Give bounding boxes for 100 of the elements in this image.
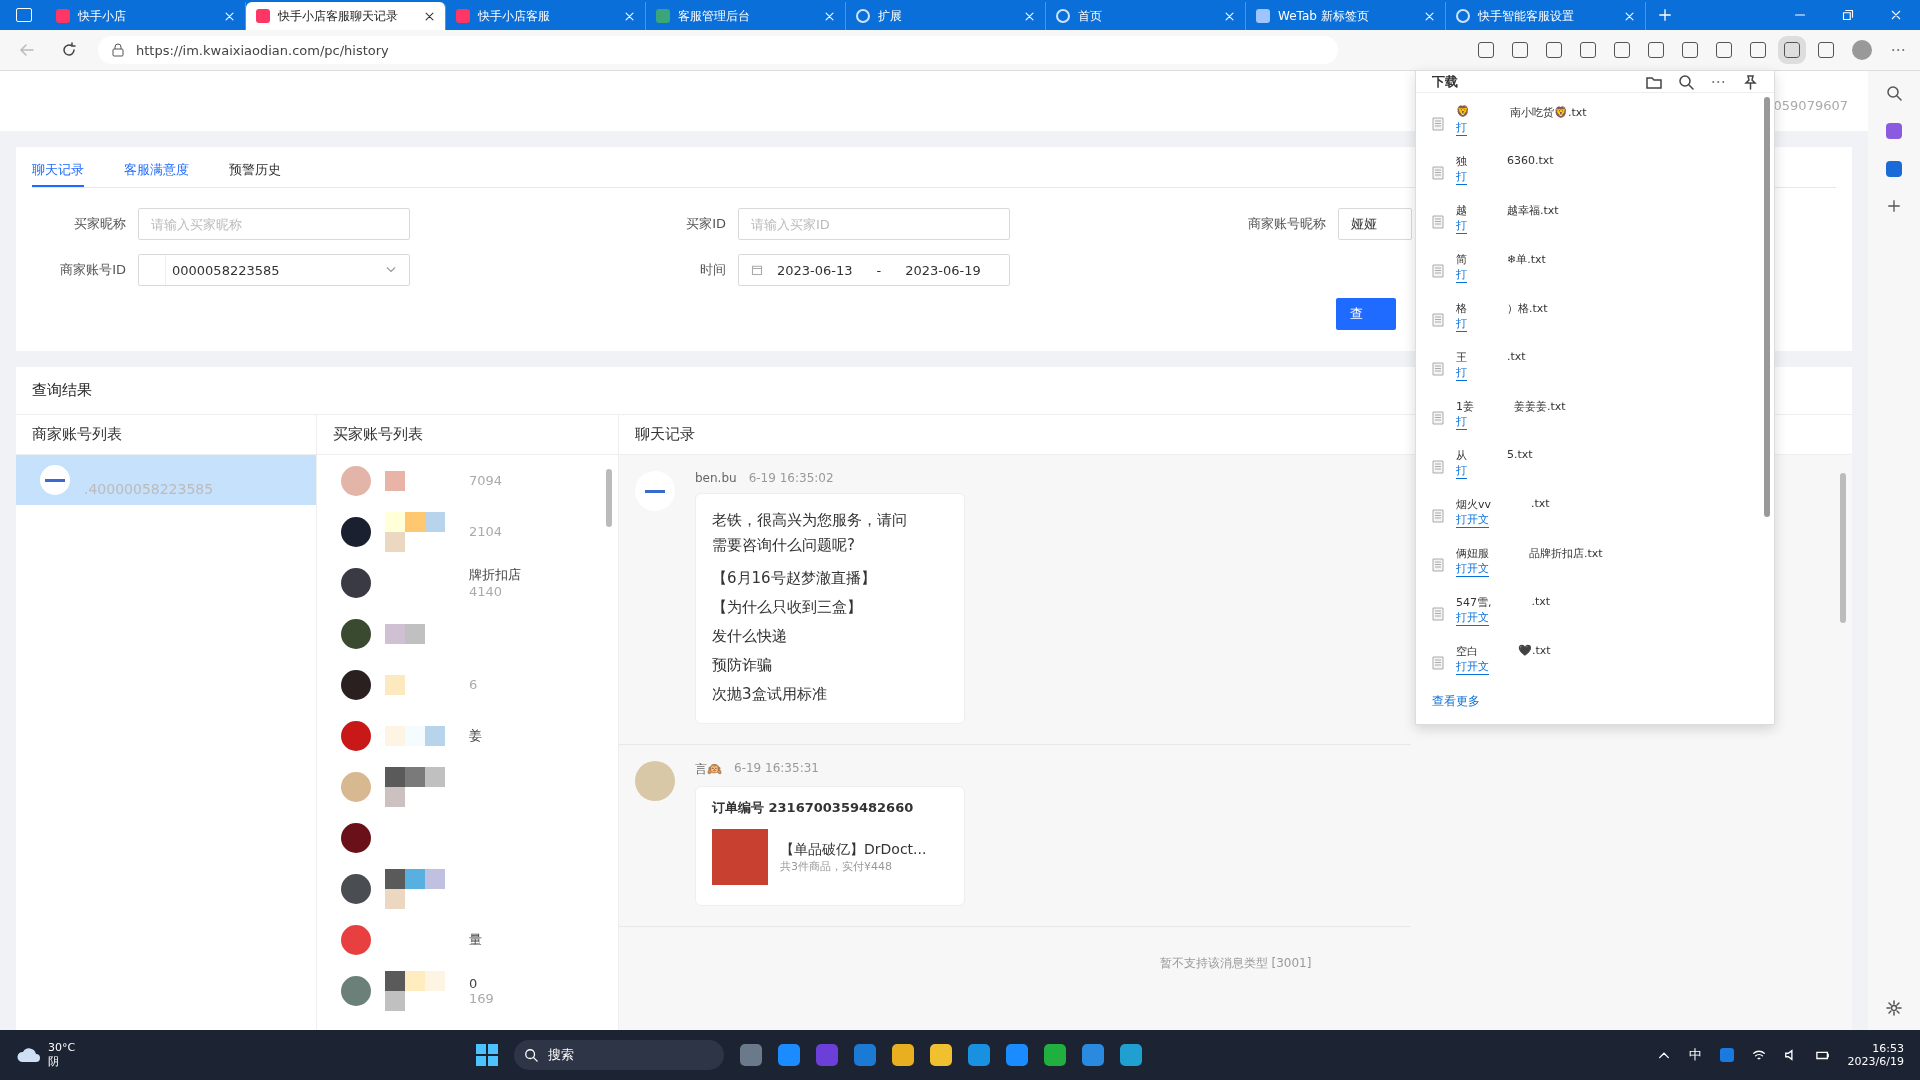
file-icon bbox=[1432, 264, 1444, 278]
mosaic-drawing bbox=[385, 766, 445, 807]
tab-actions-icon[interactable] bbox=[16, 8, 32, 22]
message-text: 发什么快递 bbox=[712, 626, 788, 647]
add-icon[interactable] bbox=[1887, 199, 1901, 213]
page-tab[interactable]: 预警历史 bbox=[229, 161, 281, 187]
page-tab[interactable]: 聊天记录 bbox=[32, 161, 84, 187]
toolbar-icon[interactable] bbox=[1512, 42, 1528, 58]
app-icon[interactable] bbox=[968, 1044, 990, 1066]
open-file-link[interactable]: 打 bbox=[1456, 120, 1467, 136]
toolbar-icon[interactable] bbox=[1546, 42, 1562, 58]
new-tab-icon[interactable] bbox=[1658, 8, 1672, 22]
toolbar-icon[interactable] bbox=[1750, 42, 1766, 58]
logo-icon bbox=[40, 465, 70, 495]
date-range-field[interactable]: 2023-06-13 - 2023-06-19 bbox=[738, 254, 1010, 286]
open-file-link[interactable]: 打 bbox=[1456, 267, 1467, 283]
open-file-link[interactable]: 打开文 bbox=[1456, 659, 1489, 675]
toolbar-icon[interactable] bbox=[1682, 42, 1698, 58]
text-field[interactable]: 请输入买家ID bbox=[738, 208, 1010, 240]
app-icon[interactable] bbox=[930, 1044, 952, 1066]
mosaic-drawing bbox=[385, 868, 445, 909]
favicon-icon bbox=[656, 9, 670, 23]
open-file-link[interactable]: 打开文 bbox=[1456, 512, 1489, 528]
panel-title: 下载 bbox=[1432, 72, 1458, 91]
file-icon bbox=[1432, 509, 1444, 523]
field-label: 买家ID bbox=[685, 215, 726, 233]
app-icon[interactable] bbox=[1006, 1044, 1028, 1066]
address-field[interactable]: https://im.kwaixiaodian.com/pc/history bbox=[98, 36, 1338, 64]
mosaic-drawing bbox=[385, 511, 445, 552]
file-name: 越 bbox=[1456, 203, 1467, 218]
open-file-link[interactable]: 打 bbox=[1456, 414, 1467, 430]
app-icon[interactable] bbox=[1082, 1044, 1104, 1066]
open-file-link[interactable]: 打 bbox=[1456, 218, 1467, 234]
buyer-id: 6 bbox=[469, 677, 478, 692]
toolbar-icon[interactable] bbox=[1716, 42, 1732, 58]
file-icon bbox=[1432, 656, 1444, 670]
file-icon bbox=[1432, 117, 1444, 131]
toolbar-icon[interactable] bbox=[1580, 42, 1596, 58]
app-icon[interactable] bbox=[1719, 1048, 1734, 1062]
open-file-link[interactable]: 打开文 bbox=[1456, 561, 1489, 577]
favicon-icon bbox=[256, 9, 270, 23]
toolbar-icon[interactable] bbox=[1818, 42, 1834, 58]
message-text: 【为什么只收到三盒】 bbox=[712, 597, 863, 618]
field-label: 买家昵称 bbox=[73, 215, 126, 233]
app-icon[interactable] bbox=[778, 1044, 800, 1066]
text-field[interactable]: 请输入买家昵称 bbox=[138, 208, 410, 240]
search-field[interactable]: 搜索 bbox=[514, 1040, 724, 1070]
close-icon[interactable] bbox=[424, 10, 435, 22]
toolbar-icon[interactable] bbox=[1648, 42, 1664, 58]
photo-placeholder bbox=[712, 829, 768, 885]
select-field[interactable]: 0000058223585 bbox=[138, 254, 410, 286]
search-icon[interactable] bbox=[1886, 85, 1902, 101]
clock-date[interactable]: 2023/6/19 bbox=[1847, 1055, 1904, 1068]
settings-icon[interactable] bbox=[1886, 1000, 1902, 1016]
text-field[interactable]: 娅娅 bbox=[1338, 208, 1412, 240]
avatar-icon bbox=[341, 465, 371, 496]
wifi-icon[interactable] bbox=[1751, 1048, 1766, 1062]
mosaic-drawing bbox=[385, 623, 425, 644]
avatar-icon bbox=[341, 618, 371, 649]
page-tab[interactable]: 客服满意度 bbox=[124, 161, 189, 187]
app-icon[interactable] bbox=[1120, 1044, 1142, 1066]
favicon-icon bbox=[456, 9, 470, 23]
file-name: 俩妞服 bbox=[1456, 546, 1489, 561]
cloud-icon bbox=[16, 1046, 42, 1064]
start-icon[interactable] bbox=[476, 1044, 498, 1066]
restore-icon[interactable] bbox=[1842, 9, 1854, 21]
file-name: 王 bbox=[1456, 350, 1467, 365]
toolbar-icon[interactable] bbox=[1478, 42, 1494, 58]
file-name: 🦁 bbox=[1456, 105, 1470, 120]
profile-icon[interactable] bbox=[1852, 40, 1872, 60]
buyer-name[interactable]: 0 bbox=[469, 975, 494, 991]
avatar-icon bbox=[341, 822, 371, 853]
buyer-name[interactable]: 牌折扣店 bbox=[469, 566, 521, 584]
buyer-name[interactable]: 姜 bbox=[469, 726, 482, 745]
ime-indicator[interactable]: 中 bbox=[1688, 1046, 1702, 1064]
open-file-link[interactable]: 打 bbox=[1456, 365, 1467, 381]
open-file-link[interactable]: 打 bbox=[1456, 463, 1467, 479]
browser-tab[interactable]: 快手小店客服聊天记录 bbox=[246, 2, 446, 30]
avatar-icon bbox=[341, 720, 371, 751]
avatar-icon bbox=[341, 975, 371, 1006]
open-file-link[interactable]: 打 bbox=[1456, 169, 1467, 185]
buyer-id: 2104 bbox=[469, 524, 503, 539]
toolbar-icon[interactable] bbox=[1614, 42, 1630, 58]
app-icon[interactable] bbox=[1044, 1044, 1066, 1066]
open-file-link[interactable]: 打开文 bbox=[1456, 610, 1489, 626]
search-icon[interactable] bbox=[1678, 73, 1694, 90]
see-more-link[interactable]: 查看更多 bbox=[1416, 693, 1480, 724]
account-number: 059079607 bbox=[1773, 97, 1848, 113]
order-summary: 共3件商品，实付¥448 bbox=[780, 858, 893, 874]
pin-icon[interactable] bbox=[1742, 73, 1758, 90]
file-name: 品牌折扣店.txt bbox=[1529, 546, 1603, 561]
buyer-id: 4140 bbox=[469, 584, 504, 599]
refresh-icon[interactable] bbox=[61, 42, 77, 58]
query-button[interactable]: 查 bbox=[1336, 298, 1396, 330]
open-file-link[interactable]: 打 bbox=[1456, 316, 1467, 332]
app-icon[interactable] bbox=[892, 1044, 914, 1066]
buyer-name[interactable]: 量 bbox=[469, 930, 482, 949]
close-icon[interactable] bbox=[1890, 9, 1902, 21]
clock-time[interactable]: 16:53 bbox=[1872, 1042, 1904, 1055]
file-name: 格 bbox=[1456, 301, 1467, 316]
